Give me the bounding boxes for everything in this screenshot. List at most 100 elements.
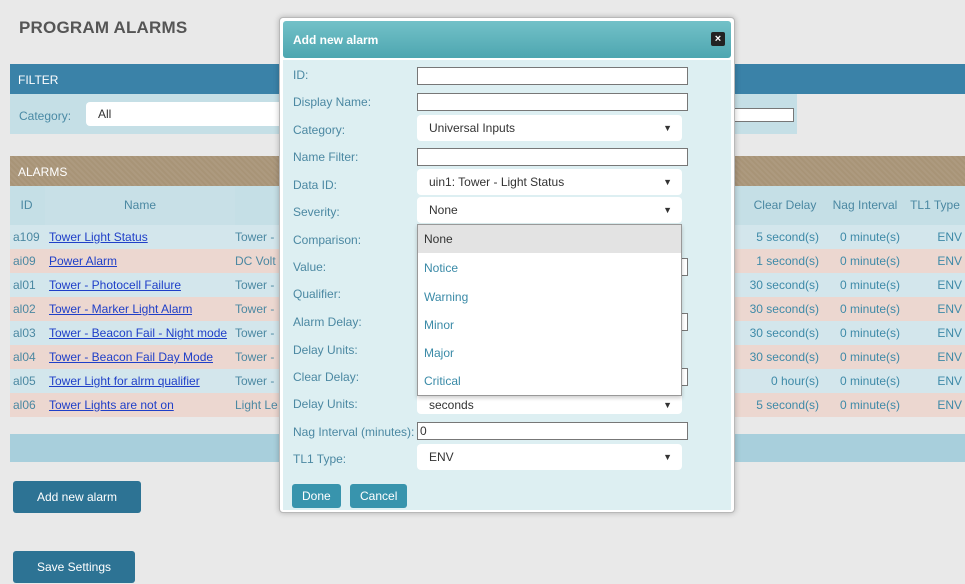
clear-delay-cell: 30 second(s) [749,350,819,364]
severity-option-notice[interactable]: Notice [418,254,681,282]
display-name-input[interactable] [417,93,688,111]
severity-option-minor[interactable]: Minor [418,311,681,339]
nag-interval-cell: 0 minute(s) [839,350,900,364]
alarm-description-cell: Tower - [235,374,275,388]
data-id-label: Data ID: [293,178,338,192]
name-filter-input[interactable] [417,148,688,166]
clear-delay-cell: 30 second(s) [749,302,819,316]
page-title: PROGRAM ALARMS [19,18,188,37]
dialog-title: Add new alarm [293,33,379,47]
alarm-id-cell: al06 [13,398,36,412]
alarm-id-cell: ai09 [13,254,36,268]
alarm-description-cell: Tower - [235,350,275,364]
clear-delay-cell: 1 second(s) [756,254,819,268]
id-input[interactable] [417,67,688,85]
data-id-select[interactable]: uin1: Tower - Light Status ▼ [417,169,682,195]
tl1-type-select-value: ENV [429,450,454,464]
chevron-down-icon: ▼ [663,205,672,215]
alarm-name-link[interactable]: Power Alarm [49,249,117,273]
alarm-name-link[interactable]: Tower - Marker Light Alarm [49,297,192,321]
delay-units-2-label: Delay Units: [293,397,358,411]
alarm-id-cell: al05 [13,374,36,388]
alarm-description-cell: Tower - [235,302,275,316]
delay-units-label: Delay Units: [293,343,358,357]
tl1-type-cell: ENV [937,302,962,316]
chevron-down-icon: ▼ [663,452,672,462]
alarm-name-link[interactable]: Tower Light Status [49,225,148,249]
nag-interval-cell: 0 minute(s) [839,278,900,292]
filter-category-select[interactable]: All [86,102,301,126]
nag-interval-input[interactable]: 0 [417,422,688,440]
delay-units-2-select-value: seconds [429,398,474,412]
chevron-down-icon: ▼ [663,177,672,187]
alarm-id-cell: a109 [13,230,40,244]
column-header-tl1-type[interactable]: TL1 Type [905,186,965,225]
filter-category-label: Category: [19,109,72,123]
nag-interval-cell: 0 minute(s) [839,374,900,388]
save-settings-button[interactable]: Save Settings [13,551,135,583]
clear-delay-cell: 30 second(s) [749,326,819,340]
category-label: Category: [293,123,346,137]
alarm-name-link[interactable]: Tower - Beacon Fail - Night mode [49,321,227,345]
clear-delay-cell: 30 second(s) [749,278,819,292]
category-select-value: Universal Inputs [429,121,516,135]
tl1-type-cell: ENV [937,350,962,364]
nag-interval-cell: 0 minute(s) [839,302,900,316]
nag-interval-cell: 0 minute(s) [839,230,900,244]
tl1-type-select[interactable]: ENV ▼ [417,444,682,470]
nag-interval-cell: 0 minute(s) [839,398,900,412]
tl1-type-label: TL1 Type: [293,452,347,466]
severity-select-value: None [429,203,458,217]
close-icon[interactable]: × [711,32,725,46]
chevron-down-icon: ▼ [663,123,672,133]
alarm-id-cell: al03 [13,326,36,340]
column-header-name[interactable]: Name [45,186,235,225]
severity-option-warning[interactable]: Warning [418,283,681,311]
column-header-id[interactable]: ID [10,186,43,225]
alarm-delay-label: Alarm Delay: [293,315,362,329]
clear-delay-cell: 0 hour(s) [770,374,819,388]
severity-option-none[interactable]: None [418,225,681,253]
clear-delay-cell: 5 second(s) [756,230,819,244]
add-alarm-dialog: Add new alarm × ID: Display Name: Catego… [279,17,735,513]
alarm-description-cell: Tower - [235,278,275,292]
id-label: ID: [293,68,309,82]
column-header-clear-delay[interactable]: Clear Delay [747,186,823,225]
alarm-description-cell: Light Le [235,398,278,412]
severity-dropdown-list: None Notice Warning Minor Major Critical [417,224,682,396]
nag-interval-cell: 0 minute(s) [839,326,900,340]
comparison-label: Comparison: [293,233,362,247]
column-header-nag-interval[interactable]: Nag Interval [825,186,905,225]
tl1-type-cell: ENV [937,254,962,268]
clear-delay-cell: 5 second(s) [756,398,819,412]
clear-delay-label: Clear Delay: [293,370,360,384]
category-select[interactable]: Universal Inputs ▼ [417,115,682,141]
severity-label: Severity: [293,205,340,219]
value-label: Value: [293,260,327,274]
severity-option-major[interactable]: Major [418,339,681,367]
tl1-type-cell: ENV [937,374,962,388]
done-button[interactable]: Done [292,484,341,508]
alarm-name-link[interactable]: Tower Light for alrm qualifier [49,369,200,393]
display-name-label: Display Name: [293,95,372,109]
alarm-name-link[interactable]: Tower Lights are not on [49,393,174,417]
severity-option-critical[interactable]: Critical [418,367,681,395]
alarm-id-cell: al04 [13,350,36,364]
qualifier-label: Qualifier: [293,287,342,301]
name-filter-label: Name Filter: [293,150,359,164]
severity-select[interactable]: None ▼ [417,197,682,223]
alarm-id-cell: al01 [13,278,36,292]
add-new-alarm-button[interactable]: Add new alarm [13,481,141,513]
dialog-titlebar: Add new alarm × [283,21,731,58]
alarm-description-cell: DC Volt [235,254,276,268]
tl1-type-cell: ENV [937,326,962,340]
filter-name-input[interactable] [732,108,794,122]
nag-interval-cell: 0 minute(s) [839,254,900,268]
cancel-button[interactable]: Cancel [350,484,408,508]
tl1-type-cell: ENV [937,230,962,244]
tl1-type-cell: ENV [937,278,962,292]
alarm-name-link[interactable]: Tower - Beacon Fail Day Mode [49,345,213,369]
tl1-type-cell: ENV [937,398,962,412]
alarm-name-link[interactable]: Tower - Photocell Failure [49,273,181,297]
alarm-description-cell: Tower - [235,230,275,244]
